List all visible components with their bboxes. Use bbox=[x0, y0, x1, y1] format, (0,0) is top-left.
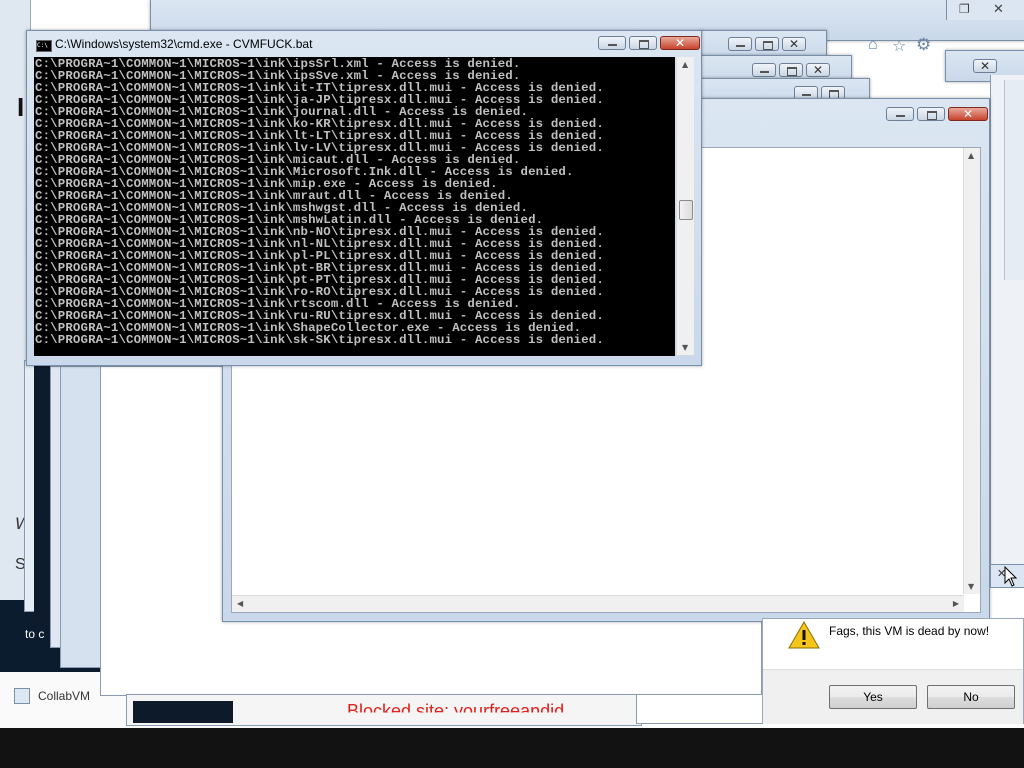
horizontal-scrollbar[interactable]: ◀ ▶ bbox=[232, 595, 964, 612]
scroll-up-arrow-icon[interactable]: ▲ bbox=[968, 151, 974, 160]
lower-window-tail bbox=[636, 694, 764, 724]
minimize-button[interactable] bbox=[752, 63, 776, 77]
maximize-button[interactable] bbox=[917, 107, 945, 121]
background-letter-i: I bbox=[17, 92, 25, 122]
collabvm-icon bbox=[14, 688, 30, 704]
minimize-button[interactable] bbox=[728, 37, 752, 51]
scroll-left-arrow-icon[interactable]: ◀ bbox=[237, 599, 243, 608]
scroll-up-arrow-icon[interactable]: ▲ bbox=[682, 60, 688, 69]
dark-block bbox=[133, 701, 233, 723]
lower-window-bar: Blocked site: yourfreeandid... bbox=[126, 694, 642, 726]
cmd-app-icon: C:\ bbox=[36, 40, 52, 52]
cmd-window-title: C:\Windows\system32\cmd.exe - CVMFUCK.ba… bbox=[55, 37, 313, 51]
close-button[interactable]: ✕ bbox=[948, 107, 988, 121]
message-box: Fags, this VM is dead by now! Yes No bbox=[762, 618, 1024, 724]
yes-button[interactable]: Yes bbox=[829, 685, 917, 709]
cascaded-window-body-b bbox=[34, 366, 50, 626]
console-line: C:\PROGRA~1\COMMON~1\MICROS~1\ink\sk-SK\… bbox=[35, 333, 604, 347]
console-vertical-scrollbar[interactable]: ▲ ▼ bbox=[676, 57, 694, 355]
close-button[interactable]: ✕ bbox=[973, 59, 997, 73]
background-text-fragment: to c bbox=[25, 627, 45, 641]
maximize-button[interactable] bbox=[779, 63, 803, 77]
favorites-star-icon[interactable]: ☆ bbox=[892, 36, 906, 56]
restore-icon[interactable]: ❐ bbox=[959, 2, 970, 16]
scroll-down-arrow-icon[interactable]: ▼ bbox=[968, 582, 974, 591]
gear-icon[interactable]: ⚙ bbox=[916, 35, 931, 55]
scroll-right-arrow-icon[interactable]: ▶ bbox=[953, 599, 959, 608]
minimize-button[interactable] bbox=[886, 107, 914, 121]
close-icon[interactable]: ✕ bbox=[993, 1, 1004, 17]
vertical-scrollbar[interactable]: ▲ ▼ bbox=[963, 148, 980, 594]
taskbar bbox=[0, 728, 1024, 768]
scroll-thumb[interactable] bbox=[679, 200, 693, 220]
maximize-button[interactable] bbox=[629, 36, 657, 50]
no-button[interactable]: No bbox=[927, 685, 1015, 709]
cmd-window[interactable]: C:\ C:\Windows\system32\cmd.exe - CVMFUC… bbox=[26, 30, 702, 366]
right-edge-scroll bbox=[1004, 80, 1024, 280]
close-button[interactable]: ✕ bbox=[782, 37, 806, 51]
close-button[interactable]: ✕ bbox=[660, 36, 700, 50]
mouse-cursor-icon bbox=[1004, 566, 1018, 587]
close-button[interactable]: ✕ bbox=[806, 63, 830, 77]
home-icon[interactable]: ⌂ bbox=[868, 36, 878, 54]
browser-toolbar: ⌂ ☆ ⚙ bbox=[860, 32, 950, 62]
console-output[interactable]: C:\PROGRA~1\COMMON~1\MICROS~1\ink\ipsSrl… bbox=[34, 57, 675, 356]
maximize-button[interactable] bbox=[755, 37, 779, 51]
collabvm-taskbar-item[interactable]: CollabVM bbox=[14, 688, 90, 704]
minimize-button[interactable] bbox=[598, 36, 626, 50]
browser-window-top: ❐ ✕ bbox=[946, 0, 1024, 20]
message-text: Fags, this VM is dead by now! bbox=[829, 624, 990, 638]
scroll-down-arrow-icon[interactable]: ▼ bbox=[682, 343, 688, 352]
warning-icon bbox=[788, 621, 820, 649]
blocked-site-text: Blocked site: yourfreeandid... bbox=[347, 701, 580, 721]
collabvm-label: CollabVM bbox=[38, 689, 91, 703]
